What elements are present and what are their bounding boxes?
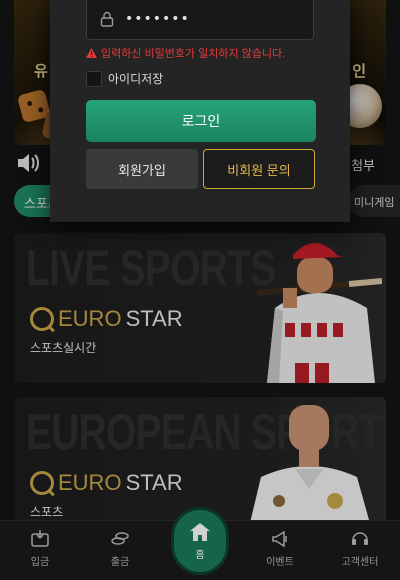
password-input[interactable] xyxy=(125,9,305,29)
join-button[interactable]: 회원가입 xyxy=(86,149,198,189)
password-field[interactable] xyxy=(86,0,314,40)
lock-icon xyxy=(100,11,114,27)
error-text: 입력하신 비밀번호가 일치하지 않습니다. xyxy=(101,48,286,60)
guest-inquiry-button[interactable]: 비회원 문의 xyxy=(203,149,315,189)
login-button[interactable]: 로그인 xyxy=(86,100,316,142)
error-message: 입력하신 비밀번호가 일치하지 않습니다. xyxy=(86,45,285,61)
warning-icon xyxy=(86,48,97,58)
remember-id[interactable]: 아이디저장 xyxy=(86,70,163,87)
app-screen: 유 인 첨부 스포츠 미니게임 LIVE SPORTS EURO STAR 스포츠… xyxy=(0,0,400,580)
remember-id-checkbox[interactable] xyxy=(86,70,102,87)
login-modal: 입력하신 비밀번호가 일치하지 않습니다. 아이디저장 로그인 회원가입 비회원… xyxy=(50,0,350,222)
remember-id-label: 아이디저장 xyxy=(108,72,164,86)
